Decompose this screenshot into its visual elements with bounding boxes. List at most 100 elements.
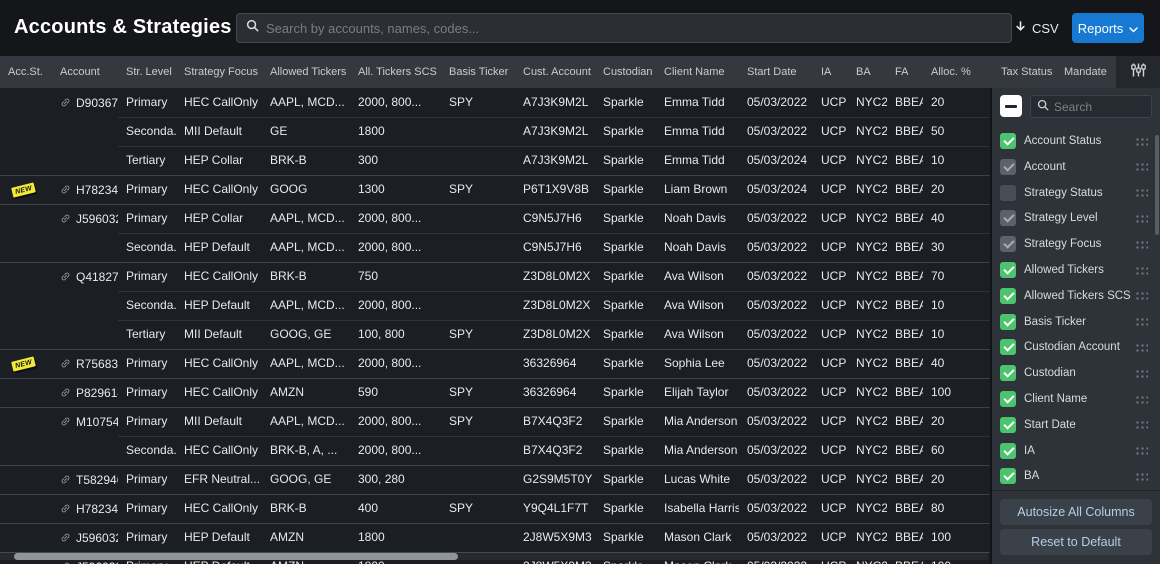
link-icon[interactable] xyxy=(58,472,74,488)
panel-search[interactable] xyxy=(1030,95,1152,118)
table-row[interactable]: Seconda... HEC CallOnly BRK-B, A, ... 2000,… xyxy=(0,436,1160,465)
checkbox[interactable] xyxy=(1000,158,1016,175)
horizontal-scrollbar[interactable] xyxy=(0,552,988,560)
drag-handle-icon[interactable] xyxy=(1135,265,1148,275)
table-row[interactable]: T582946 Primary EFR Neutral... GOOG, GE 300,… xyxy=(0,465,1160,494)
panel-item-allowed-tickers[interactable]: Allowed Tickers xyxy=(1000,261,1150,279)
horizontal-scrollbar-thumb[interactable] xyxy=(14,552,458,560)
table-row[interactable]: Seconda... MII Default GE 1800 A7J3K9M2L Spar… xyxy=(0,117,1160,146)
checkbox[interactable] xyxy=(1000,442,1016,459)
link-icon[interactable] xyxy=(58,530,74,546)
table-row[interactable]: Tertiary MII Default GOOG, GE 100, 800 SPY Z3… xyxy=(0,320,1160,349)
column-header-alloc[interactable]: Alloc. % xyxy=(923,56,993,88)
link-icon[interactable] xyxy=(58,269,74,285)
column-header-allowed[interactable]: Allowed Tickers xyxy=(262,56,350,88)
drag-handle-icon[interactable] xyxy=(1135,368,1148,378)
table-row[interactable]: J596032 Primary HEP Collar AAPL, MCD... 2000… xyxy=(0,204,1160,233)
checkbox[interactable] xyxy=(1000,365,1016,382)
table-row[interactable]: Seconda... HEP Default AAPL, MCD... 2000, 8… xyxy=(0,233,1160,262)
column-header-scs[interactable]: All. Tickers SCS xyxy=(350,56,441,88)
checkbox[interactable] xyxy=(1000,262,1016,278)
column-header-tax[interactable]: Tax Status xyxy=(993,56,1056,88)
link-icon[interactable] xyxy=(58,182,74,198)
checkbox[interactable] xyxy=(1000,236,1016,253)
panel-item-client-name[interactable]: Client Name xyxy=(1000,390,1150,408)
autosize-all-columns-button[interactable]: Autosize All Columns xyxy=(1000,499,1152,525)
reset-to-default-button[interactable]: Reset to Default xyxy=(1000,529,1152,555)
checkbox[interactable] xyxy=(1000,133,1016,149)
table-row[interactable]: D903671 Primary HEC CallOnly AAPL, MCD... 20… xyxy=(0,88,1160,117)
checkbox[interactable] xyxy=(1000,287,1016,304)
panel-item-strategy-focus[interactable]: Strategy Focus xyxy=(1000,235,1150,253)
panel-item-strategy-status[interactable]: Strategy Status xyxy=(1000,184,1150,202)
column-header-basis[interactable]: Basis Ticker xyxy=(441,56,515,88)
table-row[interactable]: H782345 Primary HEC CallOnly BRK-B 400 SPY Y9Q… xyxy=(0,494,1160,523)
column-header-accst[interactable]: Acc.St. xyxy=(0,56,52,88)
panel-item-custodian-account[interactable]: Custodian Account xyxy=(1000,338,1150,356)
checkbox[interactable] xyxy=(1000,210,1016,227)
search-input[interactable] xyxy=(266,20,1002,36)
column-header-ia[interactable]: IA xyxy=(813,56,848,88)
checkbox[interactable] xyxy=(1000,468,1016,485)
panel-item-ba[interactable]: BA xyxy=(1000,467,1150,485)
checkbox[interactable] xyxy=(1000,391,1016,407)
panel-item-start-date[interactable]: Start Date xyxy=(1000,416,1150,434)
drag-handle-icon[interactable] xyxy=(1135,162,1148,172)
column-header-account[interactable]: Account xyxy=(52,56,118,88)
cell-ba: NYC2 xyxy=(856,124,887,138)
drag-handle-icon[interactable] xyxy=(1135,420,1148,430)
csv-export-button[interactable]: CSV xyxy=(1010,13,1063,43)
drag-handle-icon[interactable] xyxy=(1135,317,1148,327)
panel-scrollbar-thumb[interactable] xyxy=(1155,135,1159,235)
cell-basis: SPY xyxy=(449,182,474,196)
drag-handle-icon[interactable] xyxy=(1135,188,1148,198)
table-row[interactable]: P829614 Primary HEC CallOnly AMZN 590 SPY 3632… xyxy=(0,378,1160,407)
column-header-custAcct[interactable]: Cust. Account xyxy=(515,56,595,88)
checkbox[interactable] xyxy=(1000,416,1016,433)
panel-item-strategy-level[interactable]: Strategy Level xyxy=(1000,209,1150,227)
table-row[interactable]: NEW H782345 Primary HEC CallOnly GOOG 1300 SPY… xyxy=(0,175,1160,204)
link-icon[interactable] xyxy=(58,501,74,517)
link-icon[interactable] xyxy=(58,95,74,111)
link-icon[interactable] xyxy=(58,211,74,227)
drag-handle-icon[interactable] xyxy=(1135,471,1148,481)
global-search[interactable] xyxy=(236,13,1012,43)
drag-handle-icon[interactable] xyxy=(1135,394,1148,404)
table-row[interactable]: J596032 Primary HEP Default AMZN 1800 2J8W5X9… xyxy=(0,523,1160,552)
panel-item-basis-ticker[interactable]: Basis Ticker xyxy=(1000,313,1150,331)
panel-item-allowed-tickers-scs[interactable]: Allowed Tickers SCS xyxy=(1000,287,1150,305)
drag-handle-icon[interactable] xyxy=(1135,291,1148,301)
checkbox[interactable] xyxy=(1000,313,1016,330)
cell-custAcct: 2J8W5X9M3 xyxy=(523,530,592,544)
table-row[interactable]: NEW R756831 Primary HEC CallOnly AAPL, MCD..… xyxy=(0,349,1160,378)
link-icon[interactable] xyxy=(58,414,74,430)
table-row[interactable]: M107543PrimaryMII DefaultAAPL, MCD...200… xyxy=(0,407,1160,436)
drag-handle-icon[interactable] xyxy=(1135,239,1148,249)
panel-item-ia[interactable]: IA xyxy=(1000,442,1150,460)
column-header-custodian[interactable]: Custodian xyxy=(595,56,656,88)
drag-handle-icon[interactable] xyxy=(1135,213,1148,223)
panel-item-account[interactable]: Account xyxy=(1000,158,1150,176)
column-header-focus[interactable]: Strategy Focus xyxy=(176,56,262,88)
drag-handle-icon[interactable] xyxy=(1135,136,1148,146)
table-row[interactable]: Tertiary HEP Collar BRK-B 300 A7J3K9M2L Spark… xyxy=(0,146,1160,175)
reports-button[interactable]: Reports xyxy=(1072,13,1144,43)
checkbox[interactable] xyxy=(1000,339,1016,356)
column-header-fa[interactable]: FA xyxy=(887,56,923,88)
table-row[interactable]: Seconda... HEP Default AAPL, MCD... 2000, 8… xyxy=(0,291,1160,320)
column-header-mandate[interactable]: Mandate xyxy=(1056,56,1130,88)
column-header-client[interactable]: Client Name xyxy=(656,56,739,88)
checkbox[interactable] xyxy=(1000,184,1016,201)
deselect-all-checkbox[interactable] xyxy=(1000,95,1022,117)
link-icon[interactable] xyxy=(58,385,74,401)
drag-handle-icon[interactable] xyxy=(1135,342,1148,352)
column-header-date[interactable]: Start Date xyxy=(739,56,813,88)
drag-handle-icon[interactable] xyxy=(1135,446,1148,456)
column-header-strLevel[interactable]: Str. Level xyxy=(118,56,176,88)
panel-search-input[interactable] xyxy=(1054,99,1145,114)
table-row[interactable]: Q418276 Primary HEC CallOnly BRK-B 750 Z3D8L0… xyxy=(0,262,1160,291)
panel-item-account-status[interactable]: Account Status xyxy=(1000,132,1150,150)
link-icon[interactable] xyxy=(58,356,74,372)
panel-item-custodian[interactable]: Custodian xyxy=(1000,364,1150,382)
column-header-ba[interactable]: BA xyxy=(848,56,887,88)
